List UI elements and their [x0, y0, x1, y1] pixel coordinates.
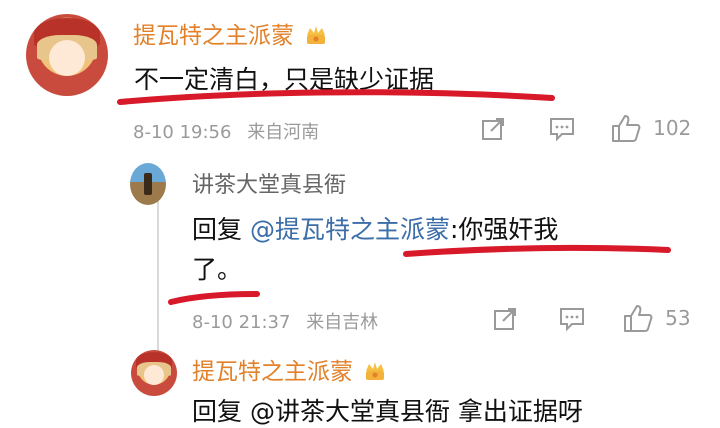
red-underline-annotation: [117, 89, 555, 105]
thumbs-up-icon: [624, 305, 653, 332]
comment-location: 来自河南: [247, 122, 320, 143]
username[interactable]: 提瓦特之主派蒙: [192, 359, 353, 385]
reply-time: 8-10 21:37: [192, 312, 291, 333]
thread-line: [157, 200, 159, 375]
red-underline-annotation: [403, 244, 671, 257]
like-count: 102: [653, 116, 692, 140]
like-button[interactable]: 102: [610, 113, 691, 143]
avatar-paimon[interactable]: [131, 350, 177, 396]
username[interactable]: 提瓦特之主派蒙: [133, 23, 294, 49]
red-underline-annotation: [168, 291, 260, 305]
crown-badge-icon: [366, 362, 385, 380]
avatar-paimon[interactable]: [26, 14, 108, 96]
reply2-text: 回复 @讲茶大堂真县衙 拿出证据呀: [192, 397, 583, 426]
crown-badge-icon: [307, 26, 326, 44]
reply2-header: 提瓦特之主派蒙: [192, 352, 386, 386]
share-icon[interactable]: [492, 306, 518, 332]
comment-icon[interactable]: [548, 116, 576, 142]
reply-meta: 8-10 21:37 来自吉林: [192, 308, 378, 334]
comment-time: 8-10 19:56: [133, 122, 232, 143]
reply-location: 来自吉林: [306, 312, 379, 333]
thumbs-up-icon: [612, 115, 641, 142]
comment-header: 提瓦特之主派蒙: [133, 16, 327, 50]
username[interactable]: 讲茶大堂真县衙: [192, 167, 346, 199]
reply-prefix: 回复: [192, 215, 243, 244]
like-count: 53: [665, 306, 691, 330]
share-icon[interactable]: [480, 116, 506, 142]
comment-meta: 8-10 19:56 来自河南: [133, 118, 319, 144]
comment-icon[interactable]: [558, 306, 586, 332]
reply-text-line2: 了。: [192, 255, 243, 284]
avatar-reply[interactable]: [130, 163, 166, 205]
like-button[interactable]: 53: [622, 303, 691, 333]
